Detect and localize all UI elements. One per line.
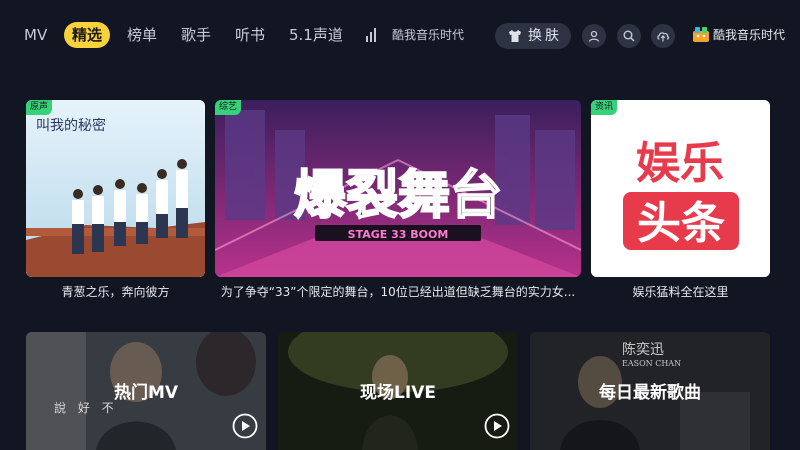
- featured-card-variety[interactable]: 爆裂舞台 STAGE 33 BOOM 综艺: [215, 100, 581, 277]
- brand-text[interactable]: 酷我音乐时代: [713, 22, 785, 48]
- featured-caption-news: 娱乐猛料全在这里: [632, 285, 729, 299]
- tab-charts[interactable]: 榜单: [127, 22, 157, 48]
- tab-featured[interactable]: 精选: [64, 22, 111, 48]
- skin-button[interactable]: 换肤: [495, 23, 571, 49]
- poster-title-art: 爆裂舞台: [294, 166, 502, 226]
- poster-title-art: 叫我的秘密: [36, 117, 106, 134]
- search-icon: [623, 30, 635, 42]
- category-title-hot-mv: 热门MV: [113, 383, 179, 403]
- category-daily-new[interactable]: 陈奕迅 EASON CHAN 每日最新歌曲: [530, 332, 770, 450]
- tshirt-icon: [507, 23, 523, 53]
- skin-button-label: 换肤: [528, 28, 562, 44]
- category-title-live: 现场LIVE: [360, 383, 436, 403]
- tag-news: 资讯: [591, 100, 618, 115]
- featured-card-news[interactable]: 娱乐 头条 资讯: [591, 100, 770, 277]
- tab-singers[interactable]: 歌手: [181, 22, 211, 48]
- overlay-text-art: 陈奕迅: [622, 341, 664, 358]
- category-live[interactable]: 现场LIVE: [278, 332, 518, 450]
- poster-image: 娱乐 头条: [591, 100, 770, 277]
- cloud-upload-icon: [657, 32, 670, 42]
- kuwo-logo-icon: [693, 27, 709, 42]
- play-icon[interactable]: [484, 413, 510, 439]
- tab-mv[interactable]: MV: [24, 22, 47, 48]
- poster-subtitle-art: STAGE 33 BOOM: [348, 228, 449, 241]
- user-button[interactable]: [582, 24, 606, 48]
- poster-line1-art: 娱乐: [636, 138, 724, 189]
- search-button[interactable]: [617, 24, 641, 48]
- cloud-button[interactable]: [651, 24, 675, 48]
- equalizer-icon: [366, 28, 378, 42]
- featured-card-soundtrack[interactable]: 叫我的秘密 原声: [26, 100, 205, 277]
- tag-variety: 综艺: [215, 100, 242, 115]
- category-title-daily-new: 每日最新歌曲: [599, 383, 701, 403]
- user-icon: [588, 30, 600, 42]
- now-playing-text[interactable]: 酷我音乐时代: [392, 22, 464, 48]
- featured-caption-variety: 为了争夺“33”个限定的舞台，10位已经出道但缺乏舞台的实力女...: [220, 285, 576, 299]
- category-hot-mv[interactable]: 說 好 不 热门MV: [26, 332, 266, 450]
- tab-surround[interactable]: 5.1声道: [289, 22, 343, 48]
- play-icon[interactable]: [232, 413, 258, 439]
- poster-image: 叫我的秘密: [26, 100, 205, 277]
- featured-caption-soundtrack: 青葱之乐，奔向彼方: [61, 285, 170, 299]
- tag-soundtrack: 原声: [26, 100, 53, 115]
- tab-audiobooks[interactable]: 听书: [235, 22, 265, 48]
- poster-image: 爆裂舞台 STAGE 33 BOOM: [215, 100, 581, 277]
- overlay-subtext-art: EASON CHAN: [622, 359, 681, 368]
- poster-line2-art: 头条: [637, 198, 725, 249]
- top-nav: MV 精选 榜单 歌手 听书 5.1声道 酷我音乐时代 换肤 酷我音乐时代: [0, 0, 800, 70]
